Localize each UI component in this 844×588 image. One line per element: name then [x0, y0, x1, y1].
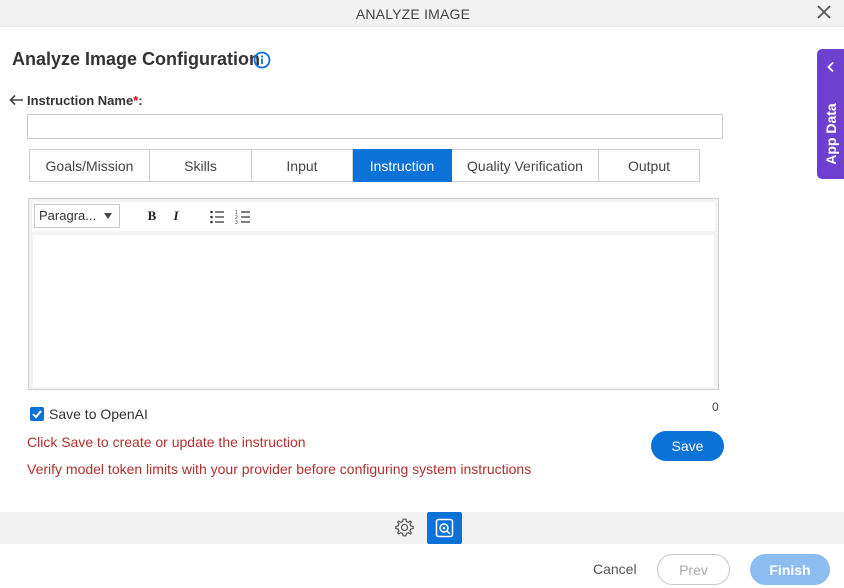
bold-button[interactable]: B: [145, 208, 159, 225]
tab-output[interactable]: Output: [599, 149, 700, 182]
app-data-label: App Data: [822, 103, 839, 165]
cancel-button[interactable]: Cancel: [593, 561, 637, 577]
save-button[interactable]: Save: [651, 431, 724, 461]
finish-button[interactable]: Finish: [750, 554, 830, 585]
dropdown-caret-icon: [104, 213, 112, 219]
rich-text-editor: Paragra... B I 1 2 3: [28, 198, 719, 390]
config-tabs: Goals/Mission Skills Input Instruction Q…: [29, 149, 700, 182]
save-to-openai-label: Save to OpenAI: [49, 406, 148, 422]
info-icon[interactable]: [253, 51, 271, 69]
tab-skills[interactable]: Skills: [150, 149, 252, 182]
gear-icon[interactable]: [394, 517, 415, 538]
close-icon[interactable]: [817, 5, 831, 19]
save-hint-text: Click Save to create or update the instr…: [27, 434, 306, 450]
instruction-name-label-text: Instruction Name: [27, 93, 134, 108]
window-titlebar: ANALYZE IMAGE: [0, 0, 844, 27]
tab-instruction[interactable]: Instruction: [353, 149, 452, 182]
svg-text:3: 3: [235, 220, 238, 225]
page-title: Analyze Image Configuration: [12, 49, 261, 69]
editor-toolbar: Paragra... B I 1 2 3: [32, 202, 715, 231]
paragraph-format-value: Paragra...: [39, 208, 97, 223]
tab-goals-mission[interactable]: Goals/Mission: [29, 149, 150, 182]
tab-input[interactable]: Input: [252, 149, 353, 182]
paragraph-format-select[interactable]: Paragra...: [34, 204, 120, 228]
tab-quality-verification[interactable]: Quality Verification: [452, 149, 599, 182]
instruction-name-label: Instruction Name*:: [27, 93, 143, 108]
arrow-left-icon[interactable]: [9, 94, 24, 106]
numbered-list-icon[interactable]: 1 2 3: [235, 209, 251, 225]
editor-content-area[interactable]: [33, 235, 714, 387]
window-title: ANALYZE IMAGE: [355, 6, 471, 22]
chevron-left-icon: [827, 61, 834, 73]
bottom-toolbar: [0, 512, 844, 544]
instruction-name-input[interactable]: [27, 114, 723, 139]
italic-button[interactable]: I: [169, 208, 183, 225]
label-suffix: :: [138, 93, 143, 108]
analyze-image-button[interactable]: [427, 512, 462, 544]
character-count: 0: [712, 400, 719, 414]
save-to-openai-checkbox[interactable]: [30, 407, 44, 421]
app-data-panel-tab[interactable]: App Data: [817, 49, 844, 179]
analyze-image-icon: [435, 518, 454, 538]
app-data-label-wrap: App Data: [817, 99, 844, 169]
prev-button[interactable]: Prev: [657, 554, 730, 585]
token-warning-text: Verify model token limits with your prov…: [27, 461, 532, 477]
bulleted-list-icon[interactable]: [209, 209, 225, 225]
